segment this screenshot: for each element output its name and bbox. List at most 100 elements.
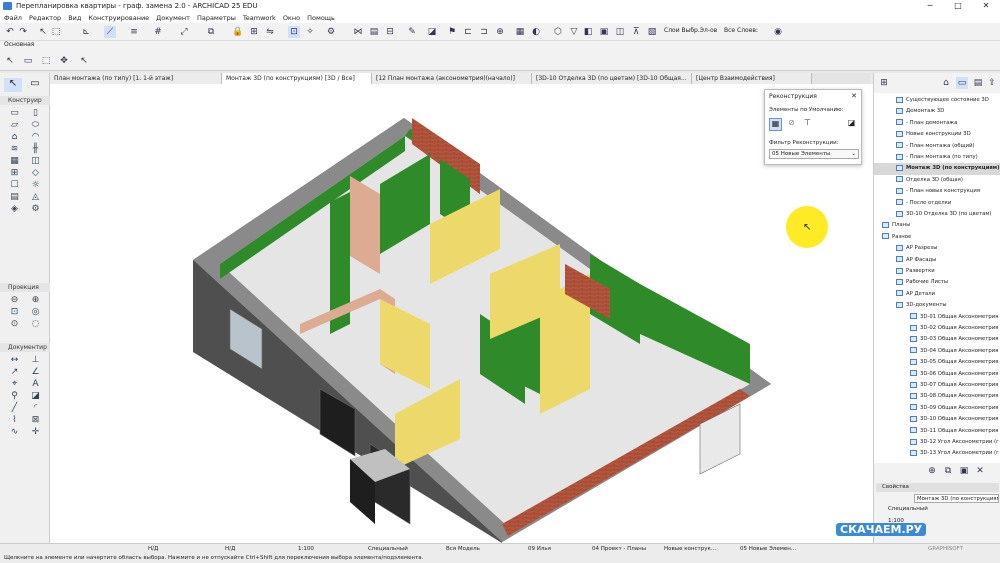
polyline-tool-icon[interactable]: ⌇ bbox=[4, 414, 25, 426]
navigator-item[interactable]: - План монтажа (по типу) bbox=[874, 152, 1000, 163]
new-elements-icon[interactable]: ▦ bbox=[769, 118, 782, 131]
section-tool-icon[interactable]: ⊖ bbox=[4, 294, 25, 306]
navigator-item[interactable]: - План демонтажа bbox=[874, 118, 1000, 129]
filter-icon[interactable]: ▽ bbox=[568, 26, 580, 38]
detail-tool-icon[interactable]: ⊙ bbox=[4, 318, 25, 330]
model-view-icon[interactable]: ▣ bbox=[598, 26, 610, 38]
new-view-icon[interactable]: ⊕ bbox=[926, 465, 938, 477]
slab-tool-icon[interactable]: ⬭ bbox=[25, 119, 46, 131]
tab-collaboration-center[interactable]: [Центр Взаимодействия] bbox=[692, 73, 812, 84]
line-tool-icon[interactable]: ╱ bbox=[4, 402, 25, 414]
view-icon[interactable]: ⊏ bbox=[462, 26, 474, 38]
navigator-item[interactable]: Отделка 3D (общая) bbox=[874, 175, 1000, 186]
menu-help[interactable]: Помощь bbox=[307, 14, 335, 22]
publisher-icon[interactable]: ⇪ bbox=[986, 77, 998, 89]
navigator-item[interactable]: 3D-04 Общая Аксонометрия bbox=[874, 346, 1000, 357]
3d-viewport[interactable] bbox=[50, 84, 873, 543]
elevation-dimension-tool-icon[interactable]: ⌖ bbox=[4, 378, 25, 390]
guide-line-icon[interactable]: ⟋ bbox=[104, 26, 116, 38]
trace-icon[interactable]: ⤢ bbox=[178, 26, 190, 38]
navigator-item[interactable]: 3D-06 Общая Аксонометрия bbox=[874, 369, 1000, 380]
level-dimension-tool-icon[interactable]: ⊥ bbox=[25, 354, 46, 366]
navigator-item[interactable]: 3D-12 Угол Аксонометрии (г bbox=[874, 437, 1000, 448]
override-icon[interactable]: ◪ bbox=[845, 118, 858, 131]
dimension-icon[interactable]: ⊼ bbox=[630, 26, 642, 38]
selection-mode-icon[interactable]: ▭ bbox=[22, 55, 34, 67]
railing-tool-icon[interactable]: ╫ bbox=[25, 143, 46, 155]
navigator-item[interactable]: 3D-11 Общая Аксонометрия bbox=[874, 426, 1000, 437]
arc-tool-icon[interactable]: ◜ bbox=[25, 402, 46, 414]
navigator-item[interactable]: 3D-03 Общая Аксонометрия bbox=[874, 334, 1000, 345]
marquee-icon[interactable]: ⬚ bbox=[50, 26, 62, 38]
navigator-item[interactable]: 3D-05 Общая Аксонометрия bbox=[874, 357, 1000, 368]
close-panel-icon[interactable]: ✕ bbox=[851, 92, 857, 100]
flag-icon[interactable]: ⚑ bbox=[446, 26, 458, 38]
navigator-item[interactable]: 3D-02 Общая Аксонометрия bbox=[874, 323, 1000, 334]
skylight-tool-icon[interactable]: ◇ bbox=[25, 167, 46, 179]
curtain-wall-tool-icon[interactable]: ▦ bbox=[4, 155, 25, 167]
layer-eye-icon[interactable]: ◉ bbox=[772, 26, 784, 38]
copy-icon[interactable]: ⧉ bbox=[205, 26, 217, 38]
tab-3d-finishing[interactable]: [3D-10 Отделка 3D (по цветам) [3D-10 Общ… bbox=[532, 73, 692, 84]
navigator-item[interactable]: 3D-07 Общая Аксонометрия bbox=[874, 380, 1000, 391]
toolbox-section-design[interactable]: Конструир bbox=[0, 96, 50, 105]
navigator-item[interactable]: Рабочие Листы bbox=[874, 277, 1000, 288]
toolbox-section-document[interactable]: Документир bbox=[0, 343, 50, 352]
text-tool-icon[interactable]: A bbox=[25, 378, 46, 390]
column-tool-icon[interactable]: ▯ bbox=[25, 107, 46, 119]
change-tool-icon[interactable]: ◌ bbox=[25, 318, 46, 330]
fill-tool-icon[interactable]: ◪ bbox=[25, 390, 46, 402]
settings-icon[interactable]: ⚙ bbox=[325, 26, 337, 38]
properties-header[interactable]: Свойства bbox=[876, 483, 999, 492]
marquee-select-icon[interactable]: ▭ bbox=[26, 78, 44, 92]
navigator-menu-icon[interactable]: ⊞ bbox=[878, 77, 890, 89]
tab-axonometry[interactable]: [12 План монтажа (аксонометрия)(начало)] bbox=[372, 73, 532, 84]
existing-icon[interactable]: ⊤ bbox=[801, 118, 814, 131]
arrow-tool-icon[interactable]: ↖ bbox=[4, 55, 16, 67]
view-name-field[interactable]: Монтаж 3D (по конструкциям) bbox=[914, 494, 999, 503]
navigator-item[interactable]: Разное bbox=[874, 232, 1000, 243]
equipment-tool-icon[interactable]: ⚙ bbox=[25, 203, 46, 215]
bucket-icon[interactable]: ◪ bbox=[426, 26, 438, 38]
navigator-item[interactable]: 3D-08 Общая Аксонометрия bbox=[874, 391, 1000, 402]
section-icon[interactable]: ⊟ bbox=[384, 26, 396, 38]
pen-set-icon[interactable]: ◫ bbox=[614, 26, 626, 38]
menu-edit[interactable]: Редактор bbox=[29, 14, 61, 22]
menu-design[interactable]: Конструирование bbox=[88, 14, 149, 22]
lamp-tool-icon[interactable]: ☼ bbox=[25, 179, 46, 191]
menu-teamwork[interactable]: Teamwork bbox=[243, 14, 276, 22]
menu-document[interactable]: Документ bbox=[156, 14, 190, 22]
grid-icon[interactable]: # bbox=[152, 26, 164, 38]
zone-tool-icon[interactable]: ▤ bbox=[4, 191, 25, 203]
3d-window-icon[interactable]: ⬡ bbox=[552, 26, 564, 38]
shell-tool-icon[interactable]: ◠ bbox=[25, 131, 46, 143]
elevation-icon[interactable]: ⊐ bbox=[478, 26, 490, 38]
arrow-select-icon[interactable]: ↖ bbox=[4, 78, 22, 92]
door-tool-icon[interactable]: ◫ bbox=[25, 155, 46, 167]
elevation-tool-icon[interactable]: ⊕ bbox=[25, 294, 46, 306]
drawing-tool-icon[interactable]: ⊠ bbox=[25, 414, 46, 426]
project-map-icon[interactable]: ⌂ bbox=[940, 77, 952, 89]
navigator-item[interactable]: Существующее состояние 3D bbox=[874, 95, 1000, 106]
hotspot-tool-icon[interactable]: ✛ bbox=[25, 426, 46, 438]
snap-icon[interactable]: ⊾ bbox=[80, 26, 92, 38]
navigator-item[interactable]: АР Фасады bbox=[874, 255, 1000, 266]
pen-icon[interactable]: ✎ bbox=[406, 26, 418, 38]
redo-icon[interactable]: ↷ bbox=[17, 26, 29, 38]
renovation-icon[interactable]: ▧ bbox=[646, 26, 658, 38]
interior-elevation-tool-icon[interactable]: ⊡ bbox=[4, 306, 25, 318]
surface-icon[interactable]: ▤ bbox=[368, 26, 380, 38]
mirror-icon[interactable]: ⇋ bbox=[264, 26, 276, 38]
stair-tool-icon[interactable]: ≋ bbox=[4, 143, 25, 155]
menu-file[interactable]: Файл bbox=[4, 14, 22, 22]
render-icon[interactable]: ◐ bbox=[530, 26, 542, 38]
navigator-item[interactable]: - План новых конструкция bbox=[874, 186, 1000, 197]
navigator-item[interactable]: 3D-01 Общая Аксонометрия bbox=[874, 312, 1000, 323]
navigator-item[interactable]: Демонтаж 3D bbox=[874, 106, 1000, 117]
group-icon[interactable]: ⊞ bbox=[248, 26, 260, 38]
angle-dimension-tool-icon[interactable]: ∠ bbox=[25, 366, 46, 378]
navigator-item[interactable]: Монтаж 3D (по конструкциям) bbox=[874, 163, 1000, 175]
navigator-item[interactable]: Планы bbox=[874, 220, 1000, 231]
clone-folder-icon[interactable]: ⧉ bbox=[942, 465, 954, 477]
dimension-tool-icon[interactable]: ↔ bbox=[4, 354, 25, 366]
